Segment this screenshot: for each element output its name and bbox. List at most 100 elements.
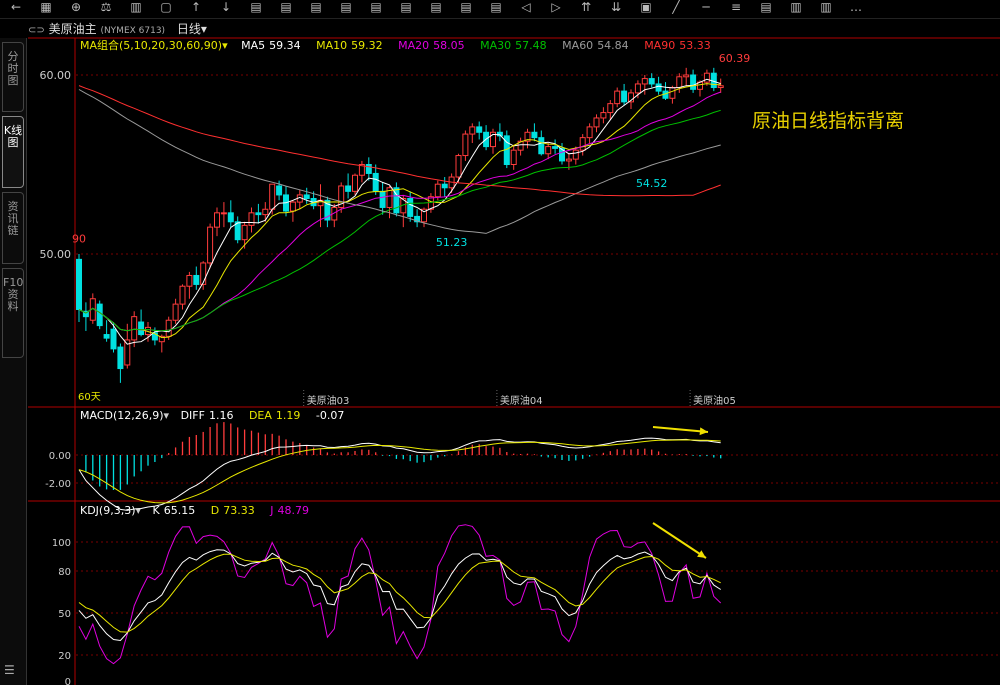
candle-body: [476, 126, 483, 133]
j-name: J: [269, 504, 273, 517]
candle-body: [117, 346, 124, 370]
macd-legend: MACD(12,26,9)▾ DIFF 1.16 DEA 1.19 -0.07: [80, 409, 344, 422]
ma90-value: 53.33: [679, 39, 711, 52]
dea-value: 1.19: [276, 409, 301, 422]
candle-body: [365, 164, 372, 174]
candle-body: [276, 185, 283, 196]
overlay-annotation: 原油日线指标背离: [752, 110, 904, 132]
price-annotation: 54.52: [636, 177, 668, 190]
y-tick-label: 50.00: [40, 248, 72, 261]
candle-body: [690, 74, 697, 90]
candle-body: [552, 146, 559, 149]
ma60-value: 54.84: [597, 39, 629, 52]
kdj-divergence-arrow: [652, 522, 707, 559]
k-value: 65.15: [164, 504, 196, 517]
main-panel-frame: [28, 37, 1000, 685]
candle-body: [565, 158, 572, 162]
candle-body: [621, 90, 628, 103]
price-annotation: 60.39: [719, 52, 751, 65]
month-label: 美原油05: [693, 394, 736, 407]
ma10-name: MA10: [316, 39, 347, 52]
candle-body: [138, 321, 145, 336]
d-value: 73.33: [223, 504, 255, 517]
candle-body: [572, 149, 579, 160]
candle-body: [634, 83, 641, 94]
month-label: 美原油03: [307, 394, 350, 407]
candle-body: [600, 112, 607, 119]
candle-body: [655, 83, 662, 92]
d-name: D: [211, 504, 219, 517]
candle-body: [669, 87, 676, 99]
macd-divergence-arrow-head: [699, 427, 708, 436]
candle-body: [96, 303, 103, 327]
candle-body: [434, 183, 441, 198]
left-note: 60天: [78, 392, 101, 403]
kdj-tick-label: 80: [58, 567, 71, 578]
candle-body: [379, 190, 386, 208]
dea-name: DEA: [249, 409, 272, 422]
candle-body: [469, 126, 476, 135]
ma-group-label: MA组合(5,10,20,30,60,90): [80, 38, 222, 52]
ma60-line: [78, 89, 721, 234]
ma30-name: MA30: [480, 39, 511, 52]
candle-body: [614, 90, 621, 105]
macd-tick-label: -2.00: [45, 479, 71, 490]
diff-name: DIFF: [181, 409, 205, 422]
candle-body: [76, 258, 82, 310]
kdj-j-line: [78, 524, 722, 665]
candle-body: [462, 133, 469, 157]
month-label: 美原油04: [500, 394, 543, 407]
candle-body: [227, 212, 234, 223]
candle-body: [352, 174, 358, 192]
kdj-tick-label: 0: [65, 677, 71, 685]
ma5-name: MA5: [241, 39, 265, 52]
candle-body: [683, 74, 690, 78]
candle-body: [510, 149, 517, 165]
candle-body: [345, 185, 352, 192]
candle-body: [289, 201, 296, 212]
diff-value: 1.16: [209, 409, 234, 422]
candle-body: [103, 334, 110, 339]
ma20-line: [78, 91, 721, 332]
candle-body: [269, 183, 276, 210]
candle-body: [717, 85, 724, 89]
price-annotation: 51.23: [436, 236, 468, 249]
ma10-value: 59.32: [351, 39, 383, 52]
candle-body: [641, 78, 648, 85]
candle-body: [676, 76, 683, 89]
candle-body: [455, 155, 462, 178]
plot-layer: 60.39 54.52 51.23 90 60天 美原油03 美原油04 美原油05: [72, 52, 751, 665]
candle-body: [441, 183, 448, 189]
y-tick-label: 60.00: [40, 69, 72, 82]
candle-body: [303, 194, 310, 200]
ma20-name: MA20: [398, 39, 429, 52]
candle-body: [110, 328, 117, 350]
candle-body: [248, 212, 255, 226]
macd-divergence-arrow: [652, 426, 709, 433]
candle-body: [131, 316, 138, 341]
candle-body: [193, 274, 200, 285]
ma5-value: 59.34: [269, 39, 301, 52]
candle-body: [586, 126, 593, 139]
candle-body: [214, 212, 220, 228]
candle-body: [207, 226, 214, 264]
kdj-tick-label: 20: [58, 651, 71, 662]
kdj-tick-label: 100: [52, 538, 71, 549]
candle-body: [262, 208, 269, 216]
candle-body: [593, 117, 600, 128]
candle-body: [172, 303, 179, 321]
kdj-tick-label: 50: [58, 609, 71, 620]
candle-body: [648, 78, 655, 85]
ma20-value: 58.05: [433, 39, 465, 52]
macd-label: MACD(12,26,9): [80, 409, 164, 422]
kdj-d-line: [78, 553, 721, 633]
candle-body: [579, 137, 586, 151]
candle-body: [186, 274, 193, 287]
candle-body: [179, 285, 186, 305]
macd-tick-label: 0.00: [49, 451, 71, 462]
candle-body: [538, 137, 545, 155]
j-value: 48.79: [277, 504, 309, 517]
ma30-line: [78, 109, 721, 332]
candle-body: [607, 103, 614, 114]
candle-body: [200, 262, 207, 285]
